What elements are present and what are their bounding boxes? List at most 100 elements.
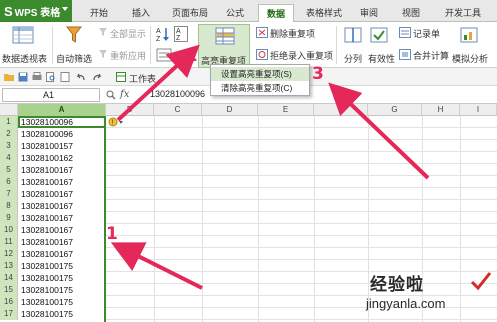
validity-button[interactable]: 有效性 bbox=[368, 52, 395, 65]
show-all-button[interactable]: 全部显示 bbox=[110, 27, 146, 40]
consolidate-button[interactable]: 合并计算 bbox=[413, 49, 449, 62]
row-header[interactable]: 6 bbox=[0, 176, 18, 188]
table-row: 12 13028100167 bbox=[0, 248, 497, 260]
table-row: 4 13028100162 bbox=[0, 152, 497, 164]
row-header[interactable]: 9 bbox=[0, 212, 18, 224]
validity-icon[interactable] bbox=[370, 26, 388, 44]
cell-a[interactable]: 13028100175 bbox=[18, 308, 104, 320]
reapply-button[interactable]: 重新应用 bbox=[110, 49, 146, 62]
selection-border bbox=[104, 116, 106, 322]
column-header-i[interactable]: I bbox=[460, 104, 497, 116]
print-preview-icon[interactable] bbox=[46, 72, 56, 82]
sort-ascending-icon[interactable]: AZ bbox=[156, 26, 170, 42]
what-if-analysis-button[interactable]: 模拟分析 bbox=[452, 52, 488, 65]
row-header[interactable]: 5 bbox=[0, 164, 18, 176]
menu-item-clear-highlight-duplicates[interactable]: 清除高亮重复项(C) bbox=[211, 81, 309, 95]
sort-icon[interactable] bbox=[156, 48, 172, 62]
row-header[interactable]: 2 bbox=[0, 128, 18, 140]
save-icon[interactable] bbox=[18, 72, 28, 82]
row-header[interactable]: 12 bbox=[0, 248, 18, 260]
data-ribbon: 数据透视表 自动筛选 全部显示 重新应用 AZ AZ 高亮重复项 删除重复项 拒… bbox=[0, 22, 497, 68]
active-cell-a1[interactable] bbox=[18, 116, 106, 128]
row-header[interactable]: 7 bbox=[0, 188, 18, 200]
what-if-analysis-icon[interactable] bbox=[460, 26, 478, 44]
column-header-g[interactable]: G bbox=[368, 104, 422, 116]
column-header-d[interactable]: D bbox=[202, 104, 258, 116]
function-icon[interactable]: fx bbox=[120, 89, 129, 100]
open-folder-icon[interactable] bbox=[4, 72, 14, 82]
cell-a[interactable]: 13028100175 bbox=[18, 284, 104, 296]
tab-page-layout[interactable]: 页面布局 bbox=[166, 4, 214, 22]
cell-a[interactable]: 13028100167 bbox=[18, 188, 104, 200]
row-header[interactable]: 13 bbox=[0, 260, 18, 272]
row-header[interactable]: 8 bbox=[0, 200, 18, 212]
ribbon-separator bbox=[336, 26, 337, 64]
cell-a[interactable]: 13028100167 bbox=[18, 248, 104, 260]
cell-a[interactable]: 13028100167 bbox=[18, 200, 104, 212]
cell-a[interactable]: 13028100167 bbox=[18, 176, 104, 188]
ribbon-separator bbox=[52, 26, 53, 64]
row-header[interactable]: 11 bbox=[0, 236, 18, 248]
record-form-button[interactable]: 记录单 bbox=[413, 27, 440, 40]
formula-input[interactable]: 13028100096 bbox=[150, 89, 205, 99]
cell-a[interactable]: 13028100167 bbox=[18, 224, 104, 236]
row-header[interactable]: 17 bbox=[0, 308, 18, 320]
select-all-corner[interactable] bbox=[0, 104, 18, 116]
cell-a[interactable]: 13028100175 bbox=[18, 296, 104, 308]
search-icon[interactable] bbox=[106, 90, 116, 100]
row-header[interactable]: 4 bbox=[0, 152, 18, 164]
wps-app-menu-button[interactable]: S WPS 表格 bbox=[0, 0, 72, 22]
menu-item-set-highlight-duplicates[interactable]: 设置高亮重复项(S) bbox=[211, 67, 309, 81]
tab-formulas[interactable]: 公式 bbox=[220, 4, 250, 22]
column-header-e[interactable]: E bbox=[258, 104, 314, 116]
tab-insert[interactable]: 插入 bbox=[124, 4, 158, 22]
pivot-table-button[interactable]: 数据透视表 bbox=[2, 52, 47, 65]
row-header[interactable]: 16 bbox=[0, 296, 18, 308]
split-columns-icon[interactable] bbox=[344, 26, 362, 44]
undo-icon[interactable] bbox=[76, 72, 86, 82]
smart-tag-icon[interactable]: ! bbox=[108, 117, 124, 127]
cell-a[interactable]: 13028100162 bbox=[18, 152, 104, 164]
column-header-h[interactable]: H bbox=[422, 104, 460, 116]
column-header-b[interactable]: B bbox=[106, 104, 154, 116]
row-header[interactable]: 3 bbox=[0, 140, 18, 152]
column-header-c[interactable]: C bbox=[154, 104, 202, 116]
row-header[interactable]: 14 bbox=[0, 272, 18, 284]
tab-developer[interactable]: 开发工具 bbox=[438, 4, 488, 22]
row-header[interactable]: 15 bbox=[0, 284, 18, 296]
column-header-f[interactable]: F bbox=[314, 104, 368, 116]
tab-table-styles[interactable]: 表格样式 bbox=[300, 4, 348, 22]
cell-a[interactable]: 13028100175 bbox=[18, 272, 104, 284]
cell-a[interactable]: 13028100167 bbox=[18, 236, 104, 248]
delete-duplicates-button[interactable]: 删除重复项 bbox=[270, 27, 315, 40]
auto-filter-button[interactable]: 自动筛选 bbox=[56, 52, 92, 65]
tab-view[interactable]: 视图 bbox=[396, 4, 426, 22]
table-row: 3 13028100157 bbox=[0, 140, 497, 152]
name-box[interactable]: A1 bbox=[2, 88, 100, 102]
split-columns-button[interactable]: 分列 bbox=[344, 52, 362, 65]
column-header-a[interactable]: A bbox=[18, 104, 106, 116]
print-icon[interactable] bbox=[32, 72, 42, 82]
row-header[interactable]: 10 bbox=[0, 224, 18, 236]
cell-a[interactable]: 13028100167 bbox=[18, 164, 104, 176]
cell-a[interactable]: 13028100167 bbox=[18, 212, 104, 224]
table-row: 6 13028100167 bbox=[0, 176, 497, 188]
worksheet-label[interactable]: 工作表 bbox=[129, 72, 156, 85]
tab-data[interactable]: 数据 bbox=[258, 4, 294, 22]
cell-a[interactable]: 13028100096 bbox=[18, 128, 104, 140]
cell-a[interactable]: 13028100175 bbox=[18, 260, 104, 272]
ribbon-separator bbox=[150, 26, 151, 64]
cell-a[interactable]: 13028100157 bbox=[18, 140, 104, 152]
redo-icon[interactable] bbox=[92, 72, 102, 82]
tab-home[interactable]: 开始 bbox=[82, 4, 116, 22]
reject-duplicates-button[interactable]: 拒绝录入重复项 bbox=[270, 49, 333, 62]
new-file-icon[interactable] bbox=[60, 72, 70, 82]
highlight-duplicates-button[interactable]: 高亮重复项 bbox=[198, 24, 250, 68]
sort-descending-icon[interactable]: AZ bbox=[174, 26, 188, 42]
row-header[interactable]: 1 bbox=[0, 116, 18, 128]
highlight-duplicates-menu: 设置高亮重复项(S) 清除高亮重复项(C) bbox=[210, 64, 310, 96]
tab-review[interactable]: 审阅 bbox=[354, 4, 384, 22]
pivot-table-icon[interactable] bbox=[12, 26, 34, 44]
filter-icon[interactable] bbox=[66, 26, 82, 44]
column-header-row: A B C D E F G H I bbox=[0, 104, 497, 116]
